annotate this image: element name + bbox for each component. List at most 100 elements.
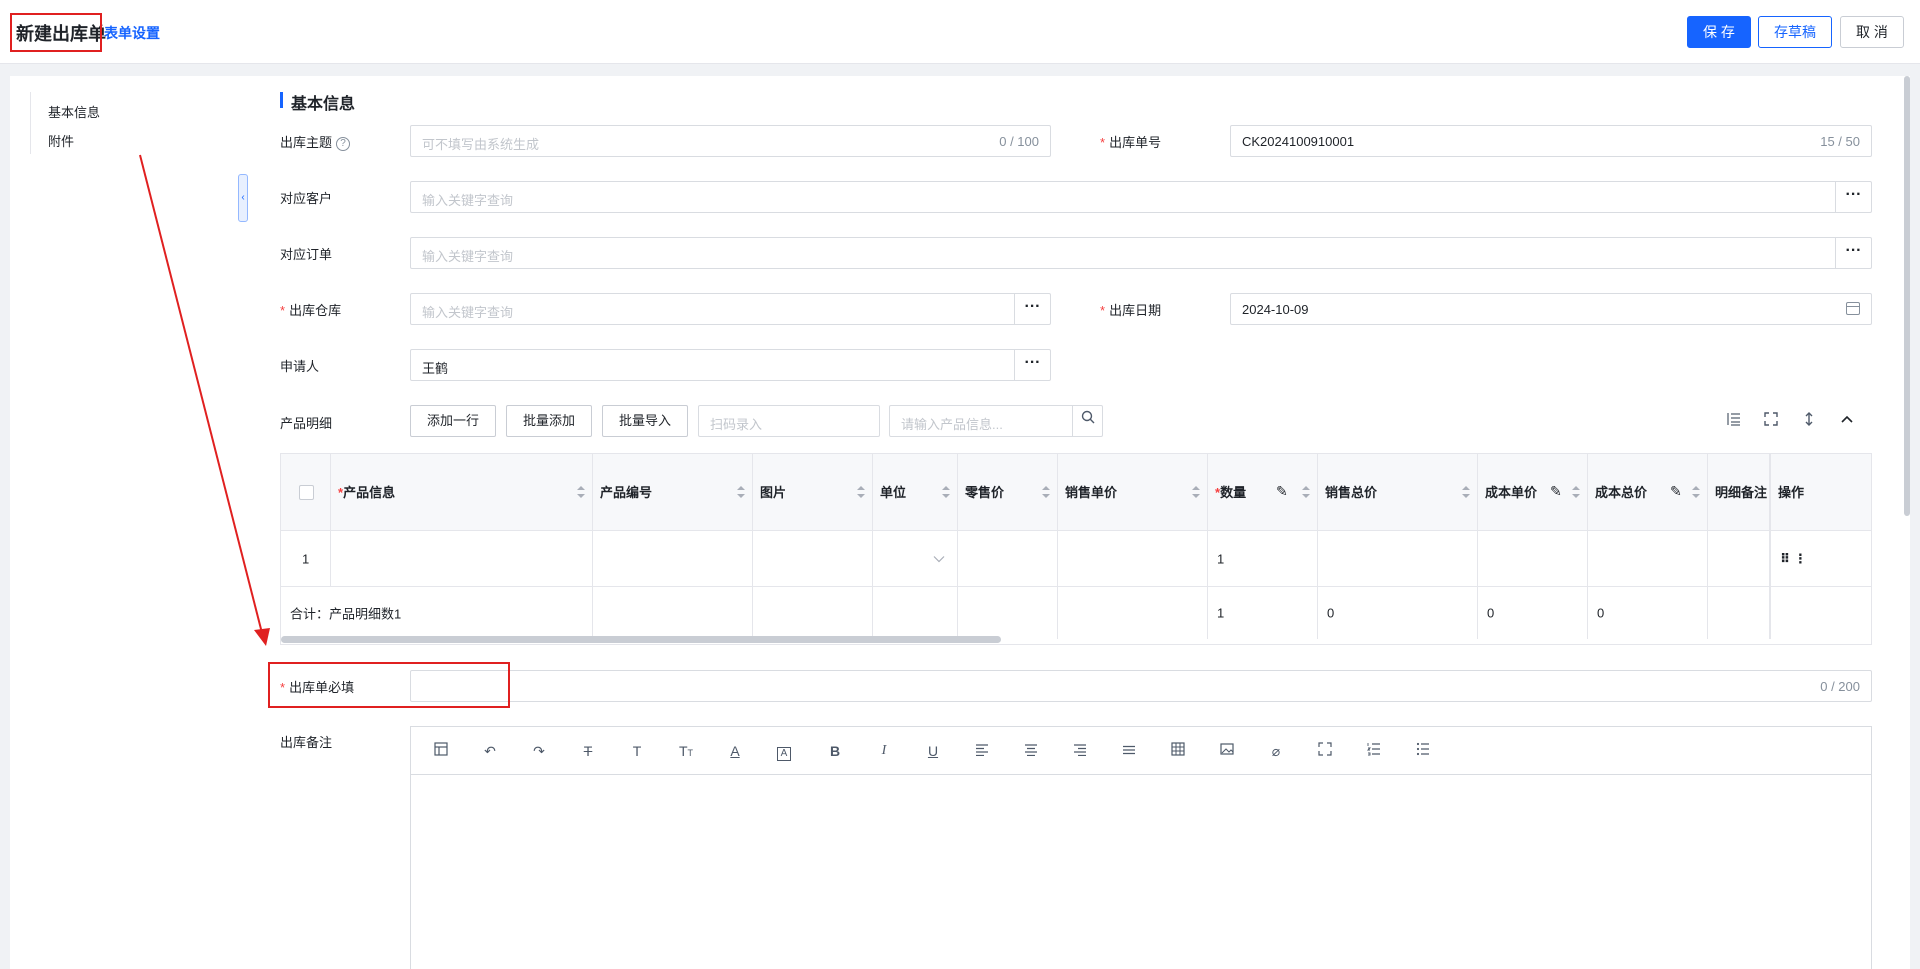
- order-no-input[interactable]: CK2024100910001 15 / 50: [1230, 125, 1872, 157]
- column-title: 产品信息: [343, 485, 396, 500]
- search-icon[interactable]: [1072, 406, 1102, 436]
- collapse-nav-handle[interactable]: ‹: [238, 174, 248, 222]
- editor-toolbar: ↶ ↷ T T TT A A B I U ⌀: [411, 727, 1871, 775]
- sort-icon[interactable]: [1692, 486, 1700, 498]
- unit-cell[interactable]: [873, 531, 958, 586]
- underline-icon[interactable]: U: [923, 741, 943, 761]
- customer-more-button[interactable]: ···: [1835, 182, 1871, 212]
- cancel-button[interactable]: 取 消: [1840, 16, 1904, 48]
- font-size-icon[interactable]: TT: [676, 741, 696, 761]
- row-actions-icon[interactable]: ⠿ ⋮: [1780, 551, 1807, 567]
- ordered-list-icon[interactable]: [1364, 741, 1384, 761]
- sort-icon[interactable]: [1572, 486, 1580, 498]
- quantity-cell[interactable]: 1: [1208, 531, 1318, 586]
- nav-item-basic-info[interactable]: 基本信息: [48, 102, 100, 121]
- edit-icon[interactable]: ✎: [1276, 484, 1290, 498]
- product-info-cell[interactable]: [331, 531, 593, 586]
- column-header-sales-total[interactable]: 销售总价: [1318, 454, 1478, 531]
- edit-icon[interactable]: ✎: [1670, 484, 1684, 498]
- subject-input[interactable]: 可不填写由系统生成 0 / 100: [410, 125, 1051, 157]
- redo-icon[interactable]: ↷: [529, 741, 549, 761]
- image-icon[interactable]: [1217, 741, 1237, 761]
- chevron-down-icon[interactable]: [933, 551, 945, 566]
- sort-icon[interactable]: [577, 486, 585, 498]
- product-search-input[interactable]: 请输入产品信息...: [889, 405, 1103, 437]
- table-icon[interactable]: [1168, 741, 1188, 761]
- fullscreen-icon[interactable]: [1761, 411, 1781, 431]
- section-title: 基本信息: [280, 90, 355, 114]
- applicant-input[interactable]: 王鹤 ···: [410, 349, 1051, 381]
- sort-icon[interactable]: [1462, 486, 1470, 498]
- align-right-icon[interactable]: [1070, 741, 1090, 761]
- font-color-icon[interactable]: A: [725, 741, 745, 761]
- save-draft-button[interactable]: 存草稿: [1758, 16, 1832, 48]
- chevron-up-icon[interactable]: [1837, 411, 1857, 431]
- expand-icon[interactable]: [1799, 411, 1819, 431]
- template-icon[interactable]: [431, 741, 451, 761]
- cost-unit-price-cell[interactable]: [1478, 531, 1588, 586]
- unordered-list-icon[interactable]: [1413, 741, 1433, 761]
- cost-total-cell[interactable]: [1588, 531, 1708, 586]
- remark-cell[interactable]: [1708, 531, 1770, 586]
- order-input[interactable]: 输入关键字查询 ···: [410, 237, 1872, 269]
- form-panel: 基本信息 出库主题? 可不填写由系统生成 0 / 100 * 出库单号 CK202…: [248, 76, 1910, 969]
- column-header-product-code[interactable]: 产品编号: [593, 454, 753, 531]
- column-header-retail-price[interactable]: 零售价: [958, 454, 1058, 531]
- row-height-icon[interactable]: [1723, 411, 1743, 431]
- scan-input[interactable]: 扫码录入: [698, 405, 880, 437]
- strikethrough-icon[interactable]: T: [578, 741, 598, 761]
- warehouse-placeholder: 输入关键字查询: [422, 305, 514, 320]
- sort-icon[interactable]: [857, 486, 865, 498]
- column-header-cost-total[interactable]: 成本总价 ✎: [1588, 454, 1708, 531]
- vertical-scrollbar[interactable]: [1904, 76, 1910, 516]
- customer-input[interactable]: 输入关键字查询 ···: [410, 181, 1872, 213]
- image-cell[interactable]: [753, 531, 873, 586]
- applicant-more-button[interactable]: ···: [1014, 350, 1050, 380]
- batch-add-button[interactable]: 批量添加: [506, 405, 592, 437]
- warehouse-more-button[interactable]: ···: [1014, 294, 1050, 324]
- column-header-cost-unit-price[interactable]: 成本单价 ✎: [1478, 454, 1588, 531]
- batch-import-button[interactable]: 批量导入: [602, 405, 688, 437]
- help-icon[interactable]: ?: [336, 137, 351, 151]
- bold-icon[interactable]: B: [825, 741, 845, 761]
- fullscreen-icon[interactable]: [1315, 741, 1335, 761]
- table-summary-row: 合计：产品明细数1 1 0 0 0: [281, 587, 1871, 639]
- rich-text-editor[interactable]: ↶ ↷ T T TT A A B I U ⌀: [410, 726, 1872, 969]
- calendar-icon[interactable]: [1846, 302, 1860, 315]
- edit-icon[interactable]: ✎: [1550, 484, 1564, 498]
- column-header-product-info[interactable]: *产品信息: [331, 454, 593, 531]
- horizontal-scrollbar[interactable]: [281, 636, 1001, 643]
- column-header-sales-unit-price[interactable]: 销售单价: [1058, 454, 1208, 531]
- save-button[interactable]: 保 存: [1687, 16, 1751, 48]
- undo-icon[interactable]: ↶: [480, 741, 500, 761]
- sort-icon[interactable]: [942, 486, 950, 498]
- required-field-input[interactable]: 0 / 200: [410, 670, 1872, 702]
- column-header-image[interactable]: 图片: [753, 454, 873, 531]
- column-header-quantity[interactable]: *数量 ✎: [1208, 454, 1318, 531]
- attachment-icon[interactable]: ⌀: [1266, 741, 1286, 761]
- column-header-remark[interactable]: 明细备注: [1708, 454, 1770, 531]
- sort-icon[interactable]: [737, 486, 745, 498]
- order-no-label-text: 出库单号: [1109, 135, 1162, 150]
- add-row-button[interactable]: 添加一行: [410, 405, 496, 437]
- sales-unit-price-cell[interactable]: [1058, 531, 1208, 586]
- form-settings-link[interactable]: 表单设置: [104, 23, 160, 43]
- nav-item-attachments[interactable]: 附件: [48, 131, 74, 150]
- select-all-checkbox[interactable]: [299, 485, 314, 500]
- sort-icon[interactable]: [1042, 486, 1050, 498]
- applicant-value: 王鹤: [422, 361, 449, 376]
- sort-icon[interactable]: [1192, 486, 1200, 498]
- date-picker[interactable]: 2024-10-09: [1230, 293, 1872, 325]
- text-icon[interactable]: T: [627, 741, 647, 761]
- column-header-unit[interactable]: 单位: [873, 454, 958, 531]
- italic-icon[interactable]: I: [874, 741, 894, 761]
- justify-icon[interactable]: [1119, 741, 1139, 761]
- sort-icon[interactable]: [1302, 486, 1310, 498]
- order-more-button[interactable]: ···: [1835, 238, 1871, 268]
- align-left-icon[interactable]: [972, 741, 992, 761]
- order-no-label: * 出库单号: [1100, 132, 1161, 151]
- background-color-icon[interactable]: A: [774, 741, 794, 761]
- warehouse-input[interactable]: 输入关键字查询 ···: [410, 293, 1051, 325]
- align-center-icon[interactable]: [1021, 741, 1041, 761]
- sales-total-cell: [1318, 531, 1478, 586]
